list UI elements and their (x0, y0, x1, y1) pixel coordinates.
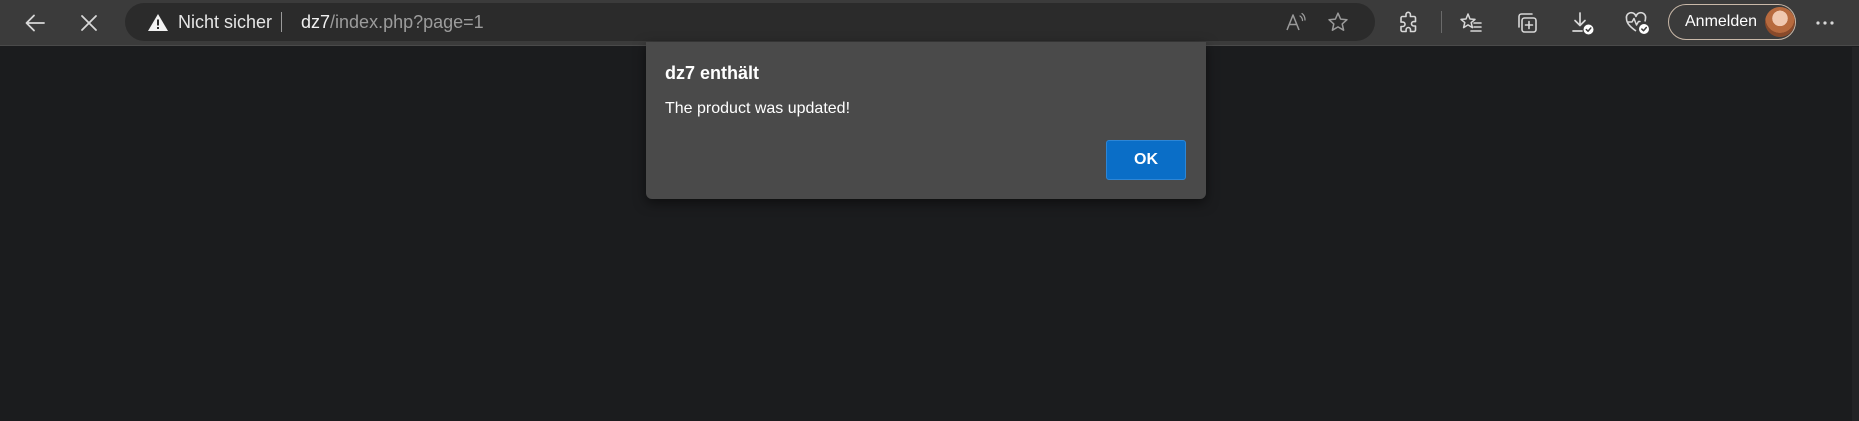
signin-button[interactable]: Anmelden (1668, 4, 1796, 40)
url-path: /index.php?page=1 (330, 12, 484, 32)
warning-triangle-icon[interactable] (147, 13, 169, 31)
read-aloud-icon[interactable] (1282, 9, 1308, 35)
stop-loading-button[interactable] (70, 4, 108, 42)
ok-button[interactable]: OK (1106, 140, 1186, 180)
collections-button[interactable] (1508, 4, 1546, 42)
security-status-label[interactable]: Nicht sicher (178, 12, 272, 33)
signin-label: Anmelden (1685, 13, 1758, 30)
address-bar[interactable]: Nicht sicher dz7/index.php?page=1 (125, 3, 1375, 41)
collections-icon (1515, 11, 1539, 35)
more-horizontal-icon (1814, 12, 1836, 34)
heart-pulse-icon (1624, 10, 1650, 36)
alert-dialog: dz7 enthält The product was updated! OK (646, 42, 1206, 199)
extensions-button[interactable] (1390, 4, 1428, 42)
url-text[interactable]: dz7/index.php?page=1 (301, 12, 484, 33)
dialog-message: The product was updated! (665, 100, 851, 117)
dialog-title: dz7 enthält (665, 63, 760, 83)
star-icon[interactable] (1325, 9, 1351, 35)
arrow-left-icon (23, 11, 47, 35)
avatar (1765, 7, 1795, 37)
page-scrollbar[interactable] (1852, 47, 1859, 421)
favorites-button[interactable] (1452, 4, 1490, 42)
close-icon (79, 13, 99, 33)
address-divider (281, 12, 282, 32)
downloads-button[interactable] (1563, 4, 1601, 42)
url-host: dz7 (301, 12, 331, 32)
toolbar-divider (1441, 11, 1442, 33)
puzzle-icon (1397, 11, 1421, 35)
favorites-list-icon (1459, 11, 1483, 35)
browser-toolbar: Nicht sicher dz7/index.php?page=1 Anmeld… (0, 0, 1859, 46)
settings-menu-button[interactable] (1806, 4, 1844, 42)
browser-essentials-button[interactable] (1618, 4, 1656, 42)
download-icon (1569, 10, 1595, 36)
back-button[interactable] (16, 4, 54, 42)
